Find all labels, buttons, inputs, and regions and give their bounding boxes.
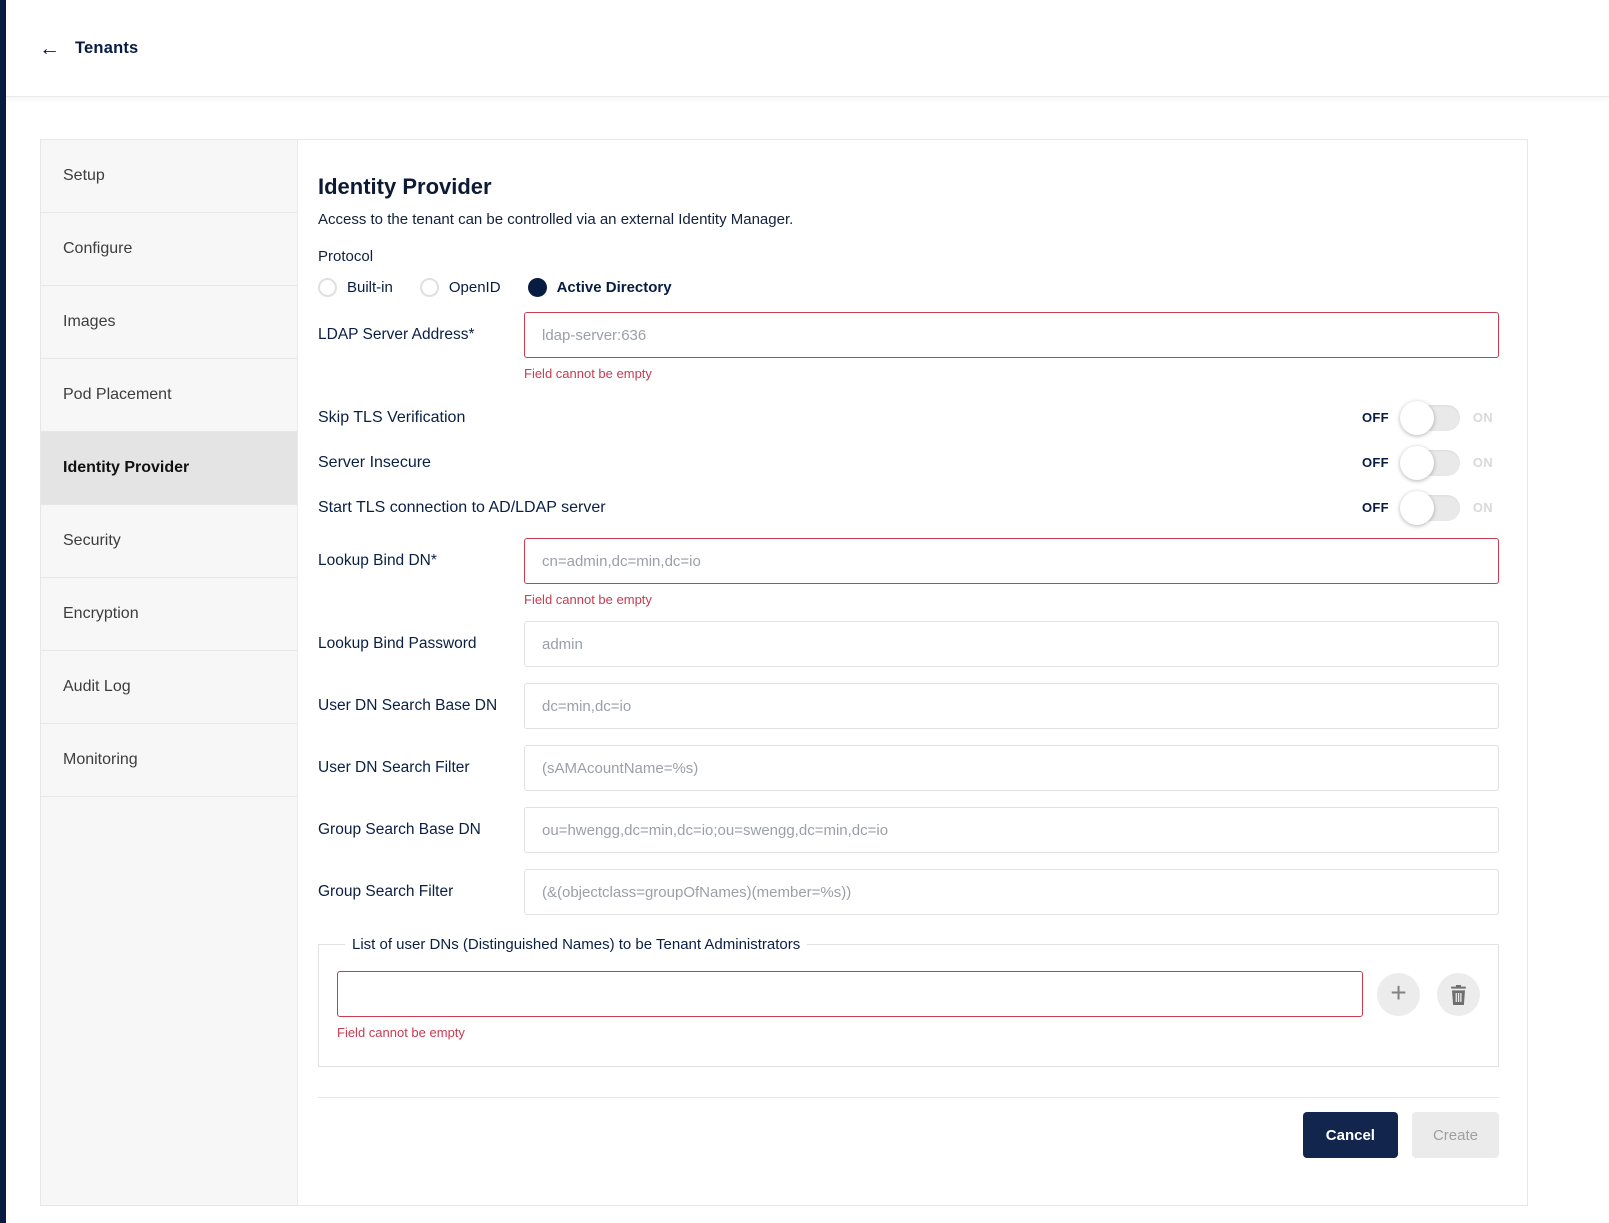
tenant-wizard-panel: Setup Configure Images Pod Placement Ide… (40, 139, 1528, 1206)
sidebar-item-audit-log[interactable]: Audit Log (41, 651, 297, 724)
group-search-base-label: Group Search Base DN (318, 807, 524, 853)
toggle-knob (1400, 446, 1434, 480)
tenant-admin-dn-error: Field cannot be empty (337, 1025, 1363, 1040)
user-dn-search-filter-input[interactable] (524, 745, 1499, 791)
radio-built-in[interactable]: Built-in (318, 278, 393, 297)
radio-built-in-label: Built-in (347, 279, 393, 296)
protocol-label: Protocol (318, 248, 1499, 265)
toggle-on-label: ON (1473, 410, 1493, 425)
user-dn-search-base-input[interactable] (524, 683, 1499, 729)
server-insecure-toggle[interactable] (1402, 450, 1460, 476)
toggle-knob (1400, 401, 1434, 435)
toggle-off-label: OFF (1362, 410, 1389, 425)
radio-active-directory-label: Active Directory (557, 279, 672, 296)
server-insecure-toggle-block: OFF ON (1362, 450, 1499, 476)
footer-divider (318, 1097, 1499, 1098)
start-tls-row: Start TLS connection to AD/LDAP server O… (318, 485, 1499, 530)
group-search-base-input[interactable] (524, 807, 1499, 853)
back-arrow-icon[interactable]: ← (39, 38, 60, 59)
sidebar-item-identity-provider[interactable]: Identity Provider (41, 432, 297, 505)
trash-icon (1450, 985, 1467, 1005)
start-tls-toggle[interactable] (1402, 495, 1460, 521)
skip-tls-label: Skip TLS Verification (318, 409, 1362, 427)
toggle-on-label: ON (1473, 500, 1493, 515)
tls-toggles-group: Skip TLS Verification OFF ON Server Inse… (318, 395, 1499, 530)
tenant-admin-dns-fieldset: List of user DNs (Distinguished Names) t… (318, 936, 1499, 1067)
radio-unchecked-icon (318, 278, 337, 297)
protocol-radio-group: Built-in OpenID Active Directory (318, 278, 1499, 297)
group-search-base-row: Group Search Base DN (318, 807, 1499, 853)
create-button[interactable]: Create (1412, 1112, 1499, 1158)
sidebar-item-pod-placement[interactable]: Pod Placement (41, 359, 297, 432)
page-description: Access to the tenant can be controlled v… (318, 211, 1499, 228)
user-dn-search-filter-label: User DN Search Filter (318, 745, 524, 791)
sidebar-item-security[interactable]: Security (41, 505, 297, 578)
form-actions: Cancel Create (318, 1112, 1499, 1158)
server-insecure-row: Server Insecure OFF ON (318, 440, 1499, 485)
toggle-knob (1400, 491, 1434, 525)
sidebar-item-monitoring[interactable]: Monitoring (41, 724, 297, 797)
wizard-sidebar: Setup Configure Images Pod Placement Ide… (41, 140, 298, 1205)
group-search-filter-input[interactable] (524, 869, 1499, 915)
topbar: ← Tenants (6, 0, 1609, 97)
ldap-server-error: Field cannot be empty (524, 366, 1499, 381)
page-title: Identity Provider (318, 174, 1499, 200)
sidebar-item-encryption[interactable]: Encryption (41, 578, 297, 651)
lookup-bind-dn-input[interactable] (524, 538, 1499, 584)
lookup-bind-password-row: Lookup Bind Password (318, 621, 1499, 667)
sidebar-item-images[interactable]: Images (41, 286, 297, 359)
cancel-button[interactable]: Cancel (1303, 1112, 1398, 1158)
start-tls-label: Start TLS connection to AD/LDAP server (318, 499, 1362, 517)
lookup-bind-password-label: Lookup Bind Password (318, 621, 524, 667)
server-insecure-label: Server Insecure (318, 454, 1362, 472)
radio-active-directory[interactable]: Active Directory (528, 278, 672, 297)
identity-provider-form: Identity Provider Access to the tenant c… (298, 140, 1527, 1205)
breadcrumb-tenants[interactable]: Tenants (75, 39, 138, 58)
toggle-off-label: OFF (1362, 500, 1389, 515)
ldap-server-label: LDAP Server Address* (318, 312, 524, 358)
plus-icon: + (1390, 979, 1406, 1007)
ldap-server-input[interactable] (524, 312, 1499, 358)
tenant-admin-dn-row: Field cannot be empty + (337, 971, 1480, 1040)
radio-openid[interactable]: OpenID (420, 278, 501, 297)
start-tls-toggle-block: OFF ON (1362, 495, 1499, 521)
sidebar-item-configure[interactable]: Configure (41, 213, 297, 286)
add-dn-button[interactable]: + (1377, 973, 1420, 1016)
tenant-admin-dns-legend: List of user DNs (Distinguished Names) t… (345, 936, 807, 953)
sidebar-item-setup[interactable]: Setup (41, 140, 297, 213)
lookup-bind-password-input[interactable] (524, 621, 1499, 667)
user-dn-search-filter-row: User DN Search Filter (318, 745, 1499, 791)
lookup-bind-dn-row: Lookup Bind DN* Field cannot be empty (318, 538, 1499, 607)
remove-dn-button[interactable] (1437, 973, 1480, 1016)
app-accent-strip (0, 0, 6, 1223)
group-search-filter-row: Group Search Filter (318, 869, 1499, 915)
toggle-on-label: ON (1473, 455, 1493, 470)
user-dn-search-base-label: User DN Search Base DN (318, 683, 524, 729)
radio-checked-icon (528, 278, 547, 297)
skip-tls-row: Skip TLS Verification OFF ON (318, 395, 1499, 440)
skip-tls-toggle-block: OFF ON (1362, 405, 1499, 431)
group-search-filter-label: Group Search Filter (318, 869, 524, 915)
skip-tls-toggle[interactable] (1402, 405, 1460, 431)
lookup-bind-dn-label: Lookup Bind DN* (318, 538, 524, 584)
lookup-bind-dn-error: Field cannot be empty (524, 592, 1499, 607)
radio-openid-label: OpenID (449, 279, 501, 296)
ldap-server-row: LDAP Server Address* Field cannot be emp… (318, 312, 1499, 381)
tenant-admin-dn-input[interactable] (337, 971, 1363, 1017)
radio-unchecked-icon (420, 278, 439, 297)
toggle-off-label: OFF (1362, 455, 1389, 470)
user-dn-search-base-row: User DN Search Base DN (318, 683, 1499, 729)
